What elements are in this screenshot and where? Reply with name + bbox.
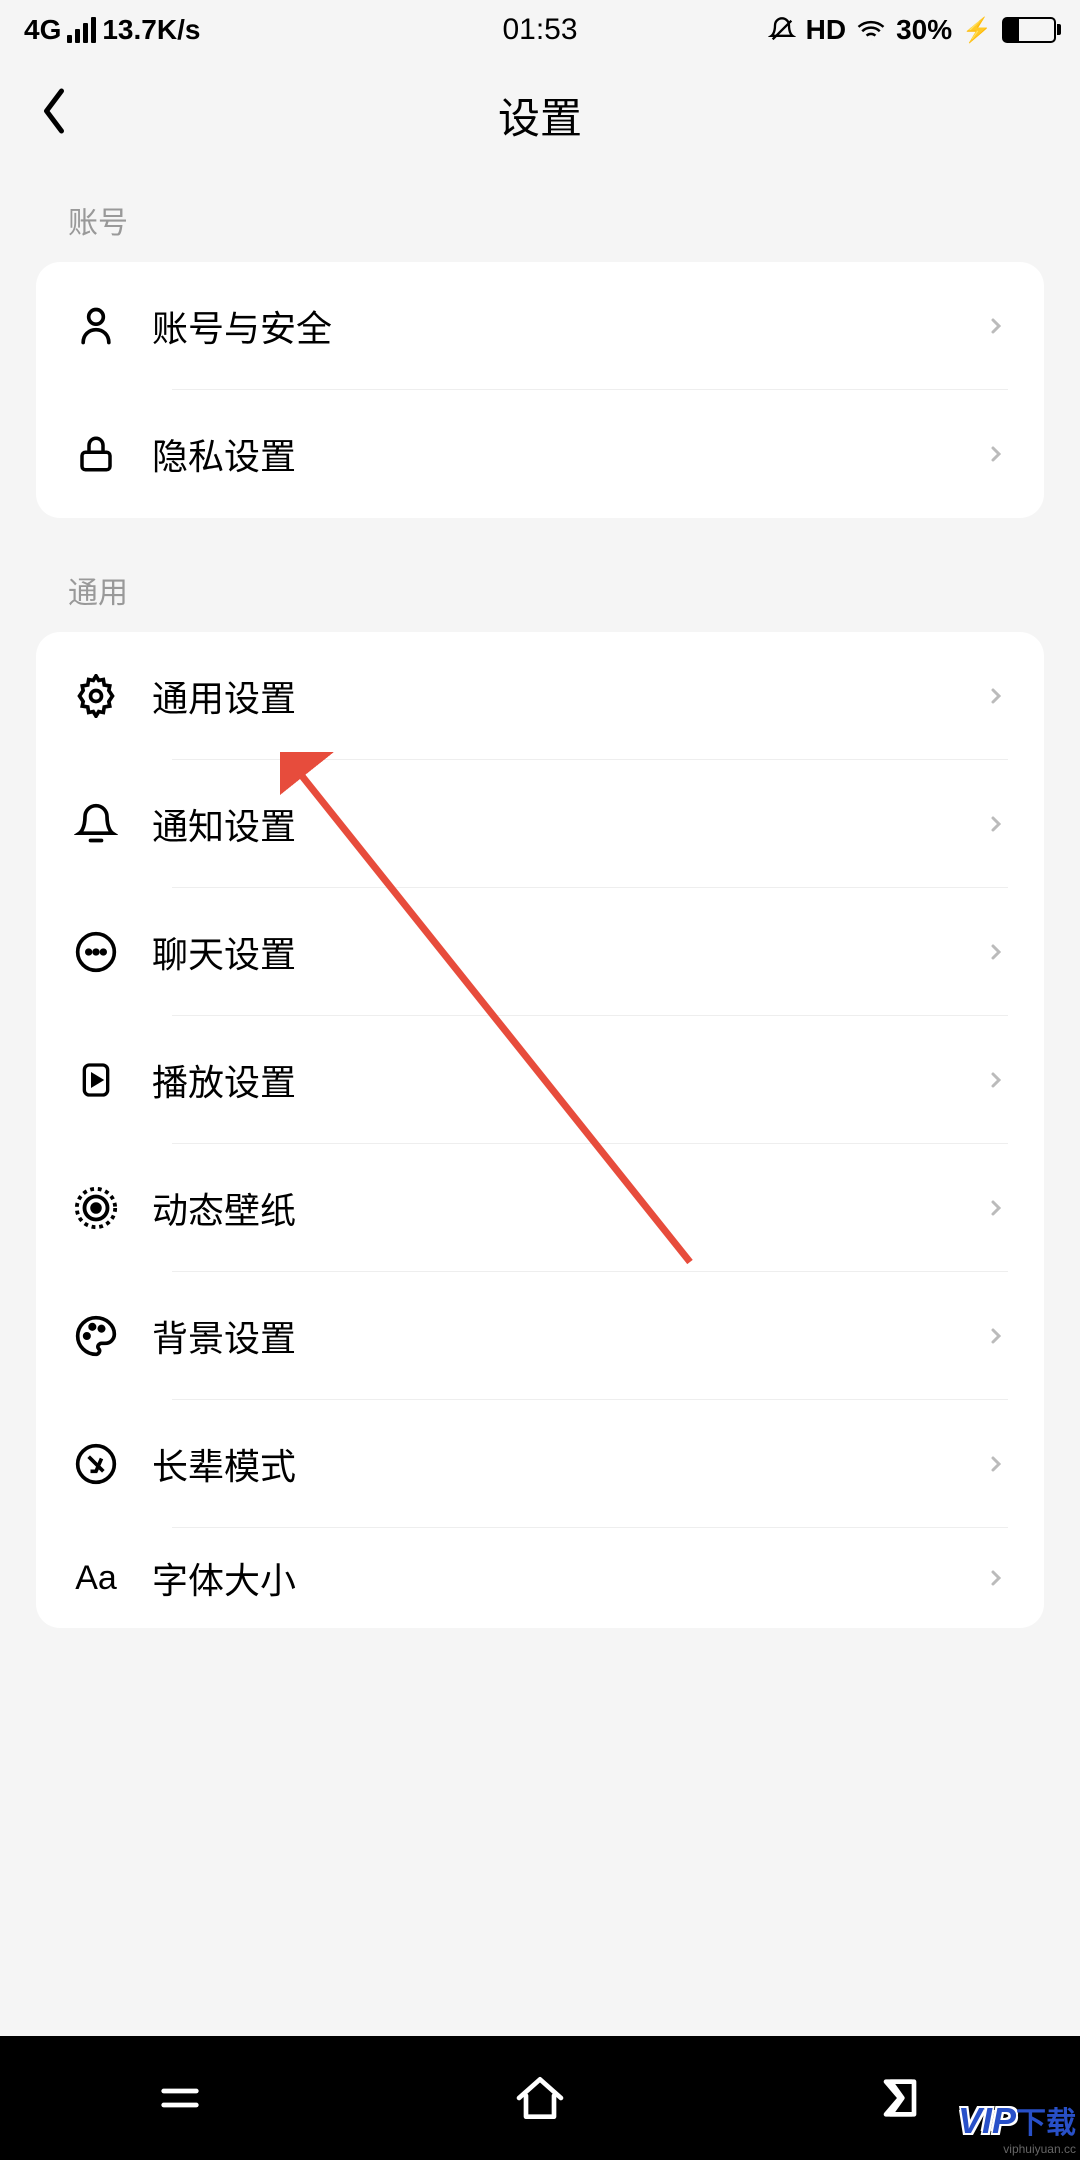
item-elder-mode[interactable]: 长辈模式 [36, 1400, 1044, 1528]
wifi-icon [856, 15, 886, 45]
section-header-account: 账号 [0, 170, 1080, 262]
chat-icon [72, 928, 120, 976]
watermark-text: 下载 [1016, 2107, 1076, 2140]
nav-bar [0, 2036, 1080, 2160]
battery-icon [1002, 17, 1056, 43]
signal-icon [67, 17, 96, 43]
status-time: 01:53 [502, 13, 577, 47]
item-privacy[interactable]: 隐私设置 [36, 390, 1044, 518]
item-label: 隐私设置 [152, 428, 984, 480]
play-icon [72, 1056, 120, 1104]
bell-icon [72, 800, 120, 848]
watermark-brand: VIP [958, 2100, 1016, 2142]
chevron-right-icon [984, 311, 1008, 341]
page-title: 设置 [498, 85, 582, 146]
chevron-right-icon [984, 1193, 1008, 1223]
chevron-right-icon [984, 937, 1008, 967]
network-speed: 13.7K/s [102, 14, 200, 46]
chevron-right-icon [984, 1321, 1008, 1351]
chevron-right-icon [984, 1449, 1008, 1479]
status-bar: 4G 13.7K/s 01:53 HD 30% ⚡ [0, 0, 1080, 60]
item-label: 背景设置 [152, 1310, 984, 1362]
lock-icon [72, 430, 120, 478]
item-label: 播放设置 [152, 1054, 984, 1106]
chevron-right-icon [984, 1065, 1008, 1095]
section-header-general: 通用 [0, 518, 1080, 632]
status-right: HD 30% ⚡ [768, 14, 1056, 46]
item-notifications[interactable]: 通知设置 [36, 760, 1044, 888]
nav-home-icon[interactable] [512, 2070, 568, 2126]
mute-icon [768, 16, 796, 44]
gear-icon [72, 672, 120, 720]
item-label: 字体大小 [152, 1552, 984, 1604]
back-button[interactable] [36, 86, 72, 145]
chevron-right-icon [984, 681, 1008, 711]
status-left: 4G 13.7K/s [24, 14, 200, 46]
font-icon: Aa [72, 1554, 120, 1602]
card-general: 通用设置 通知设置 聊天设置 播放设置 动态壁纸 背景设置 [36, 632, 1044, 1628]
item-label: 通知设置 [152, 798, 984, 850]
item-general-settings[interactable]: 通用设置 [36, 632, 1044, 760]
item-label: 账号与安全 [152, 300, 984, 352]
item-label: 聊天设置 [152, 926, 984, 978]
chevron-right-icon [984, 1563, 1008, 1593]
nav-back-icon[interactable] [872, 2070, 928, 2126]
item-label: 长辈模式 [152, 1438, 984, 1490]
watermark-url: viphuiyuan.cc [958, 2142, 1076, 2156]
item-playback[interactable]: 播放设置 [36, 1016, 1044, 1144]
item-chat[interactable]: 聊天设置 [36, 888, 1044, 1016]
charge-icon: ⚡ [962, 16, 992, 45]
battery-percent: 30% [896, 14, 952, 46]
watermark: VIP下载 viphuiyuan.cc [958, 2098, 1076, 2156]
wallpaper-icon [72, 1184, 120, 1232]
hd-label: HD [806, 14, 846, 46]
item-account-security[interactable]: 账号与安全 [36, 262, 1044, 390]
chevron-right-icon [984, 439, 1008, 469]
item-wallpaper[interactable]: 动态壁纸 [36, 1144, 1044, 1272]
accessibility-icon [72, 1440, 120, 1488]
person-icon [72, 302, 120, 350]
palette-icon [72, 1312, 120, 1360]
item-label: 动态壁纸 [152, 1182, 984, 1234]
item-label: 通用设置 [152, 670, 984, 722]
item-background[interactable]: 背景设置 [36, 1272, 1044, 1400]
network-type: 4G [24, 14, 61, 46]
nav-menu-icon[interactable] [152, 2070, 208, 2126]
card-account: 账号与安全 隐私设置 [36, 262, 1044, 518]
header: 设置 [0, 60, 1080, 170]
chevron-right-icon [984, 809, 1008, 839]
item-font-size[interactable]: Aa 字体大小 [36, 1528, 1044, 1628]
